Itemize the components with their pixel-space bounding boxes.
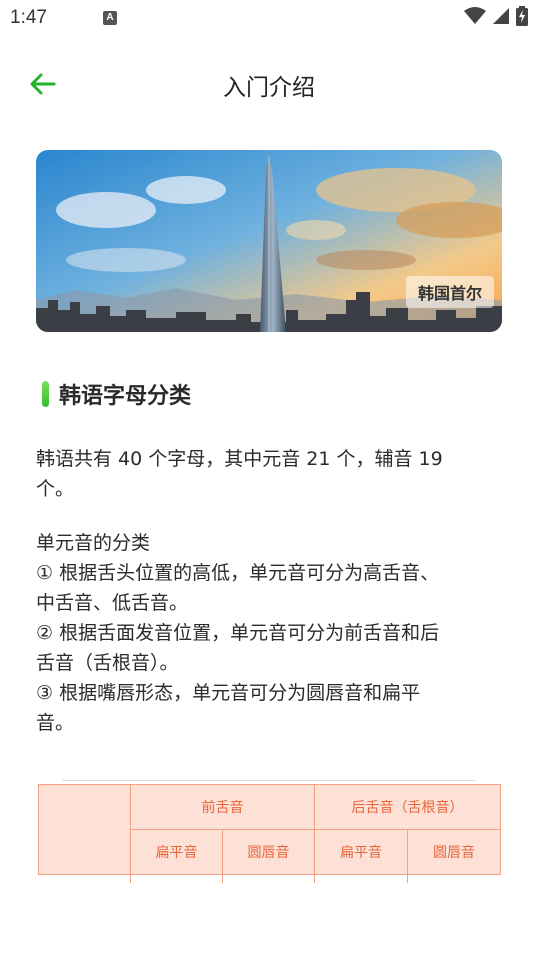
section-heading: 韩语字母分类: [42, 378, 191, 410]
cell-signal-icon: [493, 8, 509, 24]
divider: [62, 780, 476, 781]
subheader-flat: 扁平音: [130, 829, 223, 875]
status-icons: [464, 6, 528, 26]
intro-line: 个。: [36, 478, 75, 500]
classification-line: 舌音（舌根音）。: [36, 652, 179, 674]
subheader-flat: 扁平音: [314, 829, 408, 875]
banner-image: 韩国首尔: [36, 150, 502, 332]
page-title: 入门介绍: [223, 75, 315, 101]
table-corner-cell: [38, 784, 131, 875]
classification-line: ① 根据舌头位置的高低，单元音可分为高舌音、: [36, 562, 440, 584]
classification-line: ③ 根据嘴唇形态，单元音可分为圆唇音和扁平: [36, 682, 421, 704]
header-front-vowels: 前舌音: [130, 784, 315, 830]
table-cell: [38, 874, 131, 883]
classification-paragraph: 单元音的分类 ① 根据舌头位置的高低，单元音可分为高舌音、 中舌音、低舌音。 ②…: [36, 528, 502, 738]
section-title: 韩语字母分类: [59, 384, 192, 409]
intro-paragraph: 韩语共有 40 个字母，其中元音 21 个，辅音 19 个。: [36, 444, 502, 504]
classification-line: ② 根据舌面发音位置，单元音可分为前舌音和后: [36, 622, 440, 644]
table-cell: [130, 874, 223, 883]
app-bar: 入门介绍: [0, 56, 538, 112]
subheader-round: 圆唇音: [407, 829, 501, 875]
classification-line: 中舌音、低舌音。: [36, 592, 189, 614]
status-bar: 1:47 A: [0, 0, 538, 36]
notification-icon: A: [103, 11, 117, 25]
banner-caption: 韩国首尔: [405, 276, 494, 308]
status-time: 1:47: [10, 7, 47, 28]
vowel-table: 前舌音 后舌音（舌根音） 扁平音 圆唇音 扁平音 圆唇音: [38, 784, 501, 883]
subheader-round: 圆唇音: [222, 829, 315, 875]
classification-line: 单元音的分类: [36, 532, 151, 554]
battery-charging-icon: [516, 6, 528, 26]
table-cell: [407, 874, 501, 883]
classification-line: 音。: [36, 712, 75, 734]
wifi-icon: [464, 7, 486, 24]
intro-line: 韩语共有 40 个字母，其中元音 21 个，辅音 19: [36, 448, 443, 470]
table-cell: [314, 874, 408, 883]
section-accent-bar: [42, 381, 49, 407]
header-back-vowels: 后舌音（舌根音）: [314, 784, 501, 830]
table-cell: [222, 874, 315, 883]
